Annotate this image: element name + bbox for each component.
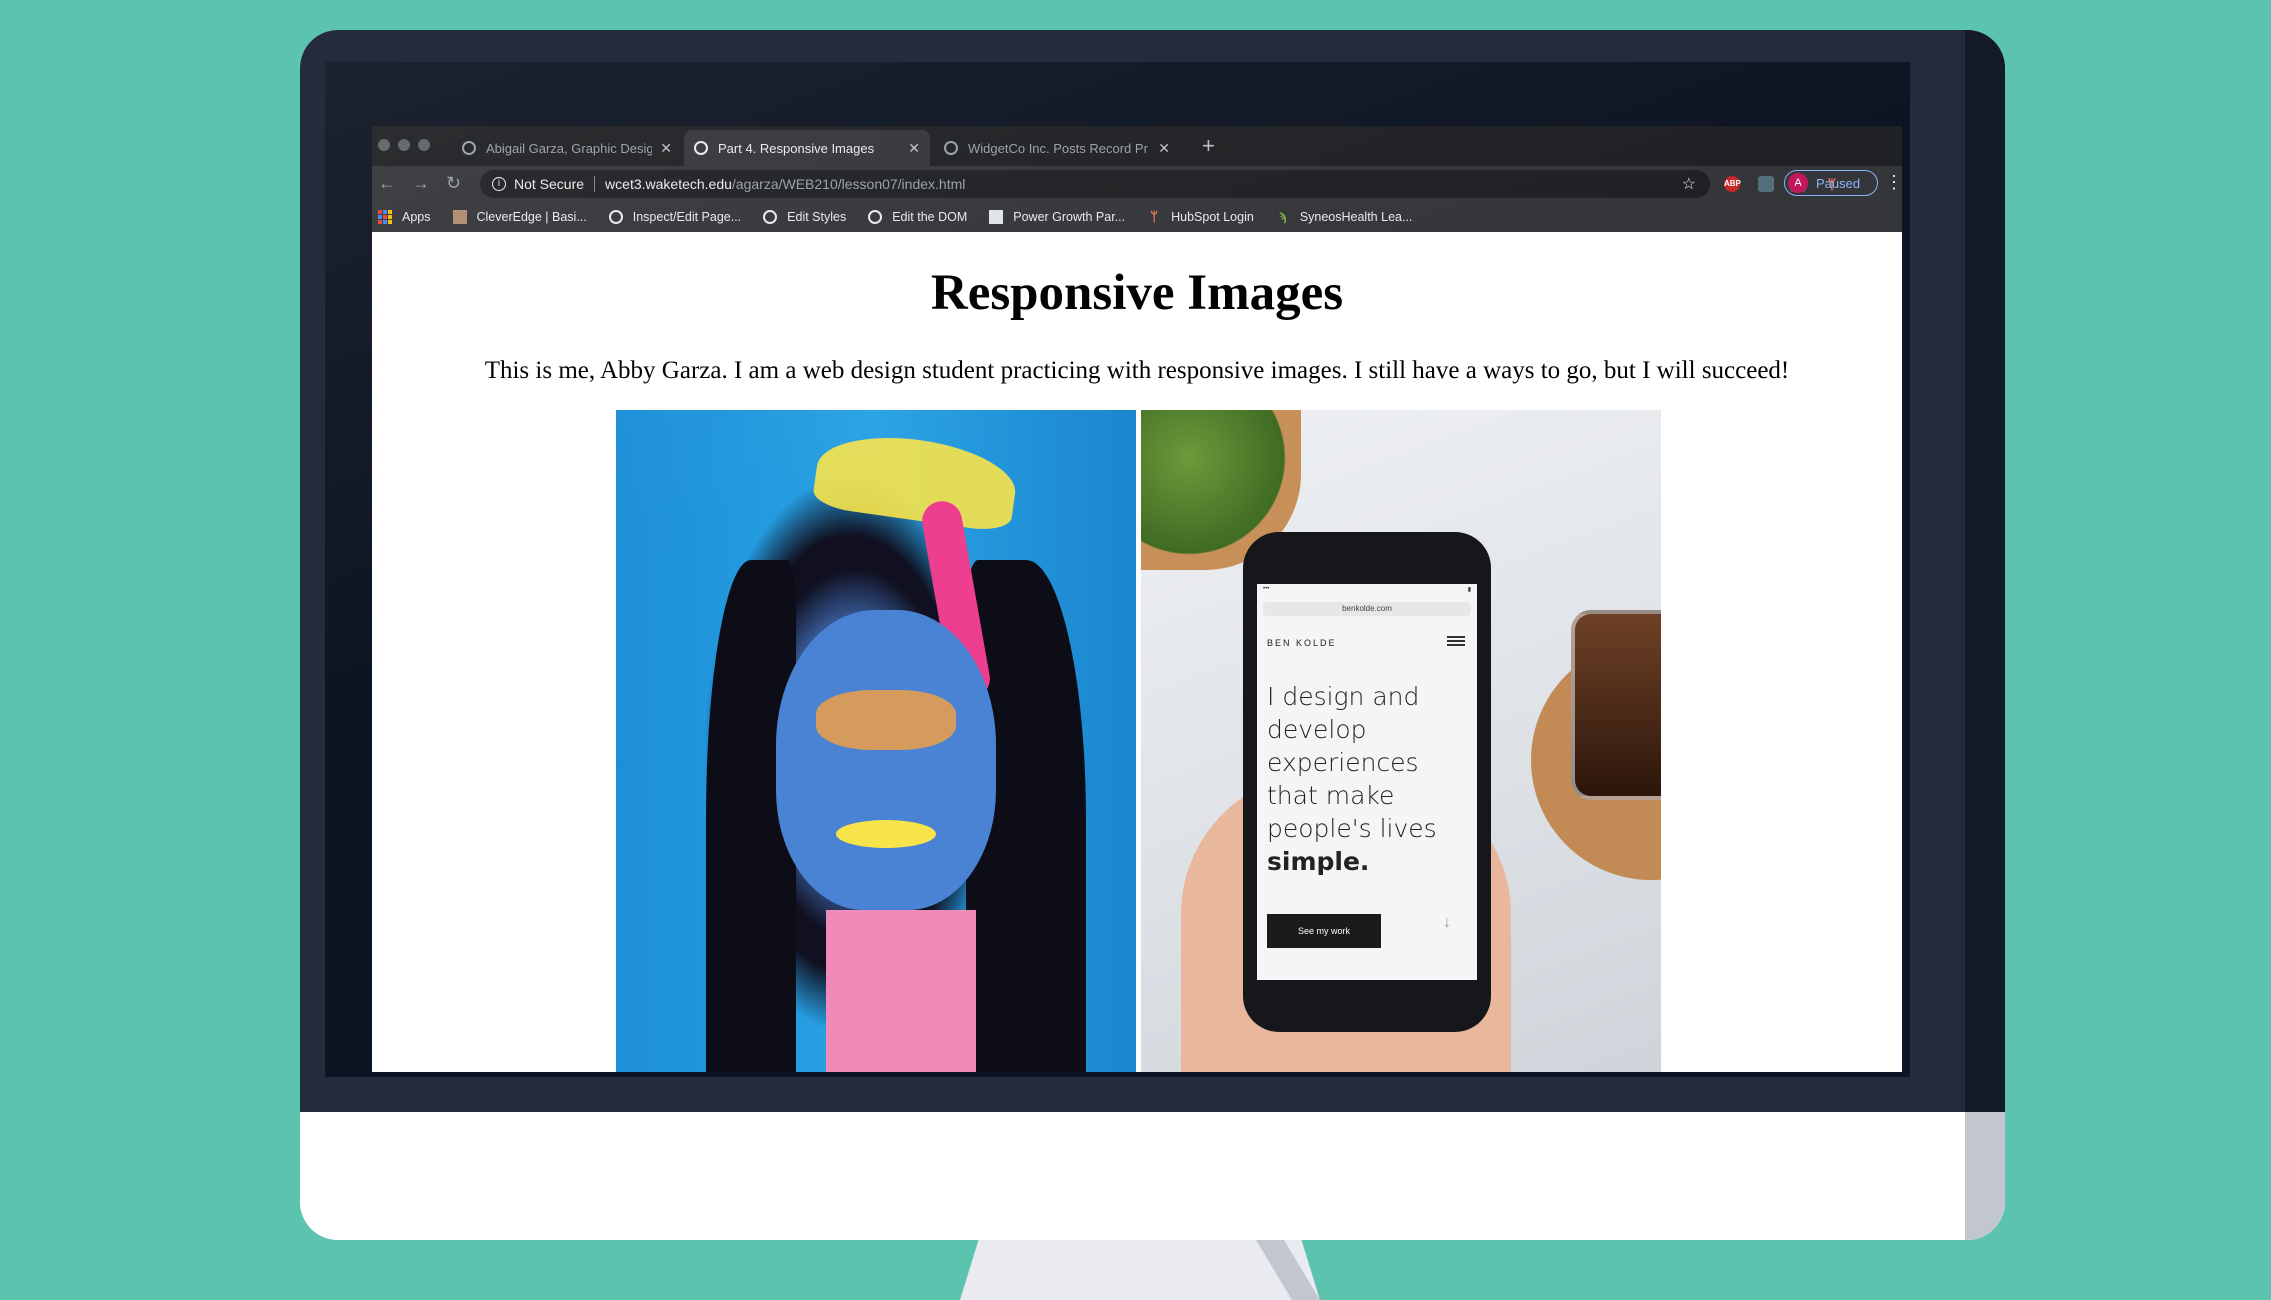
minimize-window-button[interactable] [398,139,410,151]
web-page: Responsive Images This is me, Abby Garza… [372,232,1902,1072]
doc-icon [989,210,1004,224]
browser-window: Abigail Garza, Graphic Designer ✕ Part 4… [372,126,1903,1072]
adblock-extension-icon[interactable]: ABP [1724,176,1741,192]
neck-shape [826,910,976,1072]
monitor-chin [300,1112,2005,1240]
forward-button[interactable]: → [412,173,430,193]
bookmark-hubspot[interactable]: ᛘ HubSpot Login [1147,209,1254,225]
intro-paragraph: This is me, Abby Garza. I am a web desig… [484,357,1790,384]
tab-title: WidgetCo Inc. Posts Record Pr [968,140,1148,156]
avatar: A [1788,173,1808,193]
phone-mockup-image: ••• ▮ benkolde.com BEN KOLDE I design and… [1141,410,1661,1072]
phone-screen: ••• ▮ benkolde.com BEN KOLDE I design and… [1257,584,1477,980]
portrait-image [616,410,1136,1072]
tab-title: Abigail Garza, Graphic Designer [486,140,653,156]
bookmark-edit-dom[interactable]: Edit the DOM [868,210,967,224]
extension-icon[interactable] [1758,176,1774,192]
phone-headline-bold: simple. [1267,847,1370,876]
globe-icon [608,210,623,224]
close-tab-icon[interactable]: ✕ [908,140,920,157]
divider [594,176,596,192]
window-controls [378,139,430,151]
info-icon[interactable]: i [492,177,506,191]
monitor-bezel: Abigail Garza, Graphic Designer ✕ Part 4… [300,30,2005,1112]
syneos-icon: ϡ [1279,210,1287,224]
phone-cta-button: See my work [1267,914,1381,948]
phone-headline: I design and develop experiences that ma… [1267,680,1457,878]
phone-headline-text: I design and develop experiences that ma… [1267,682,1437,843]
monitor-screen: Abigail Garza, Graphic Designer ✕ Part 4… [325,62,1910,1077]
address-bar[interactable]: i Not Secure wcet3.waketech.edu/agarza/W… [480,170,1710,198]
bookmark-label: Edit the DOM [892,210,968,224]
globe-icon [462,141,476,155]
bookmark-power-growth[interactable]: Power Growth Par... [989,210,1125,224]
url-host: wcet3.waketech.edu [605,176,732,192]
hair-highlight [811,426,1021,534]
apps-grid-icon [378,210,392,224]
hamburger-menu-icon [1447,636,1465,646]
bookmark-star-icon[interactable]: ☆ [1682,174,1696,194]
glass-decoration [1571,610,1661,800]
globe-icon [763,210,778,224]
bookmark-label: Apps [402,210,431,224]
bookmark-apps[interactable]: Apps [378,210,431,224]
reload-button[interactable]: ↻ [446,173,461,193]
monitor-stand [960,1230,1320,1300]
tab-widgetco[interactable]: WidgetCo Inc. Posts Record Pr ✕ [934,130,1180,166]
url-path: /agarza/WEB210/lesson07/index.html [731,176,966,192]
phone-brand: BEN KOLDE [1267,638,1337,648]
maximize-window-button[interactable] [418,139,430,151]
close-tab-icon[interactable]: ✕ [660,140,672,157]
tab-responsive-images[interactable]: Part 4. Responsive Images ✕ [684,130,930,166]
security-label: Not Secure [514,176,585,192]
page-title: Responsive Images [930,265,1344,321]
smartphone: ••• ▮ benkolde.com BEN KOLDE I design and… [1243,532,1491,1032]
globe-icon [944,141,958,155]
tab-bar: Abigail Garza, Graphic Designer ✕ Part 4… [372,126,1902,166]
bookmark-label: CleverEdge | Basi... [476,210,587,224]
globe-icon [694,141,708,155]
browser-menu-icon[interactable]: ⋮ [1885,172,1903,192]
face-shape [776,610,996,910]
bookmark-label: SyneosHealth Lea... [1299,210,1413,224]
phone-status-bar: ••• ▮ [1263,586,1471,593]
close-tab-icon[interactable]: ✕ [1158,140,1170,157]
close-window-button[interactable] [378,139,390,151]
phone-url: benkolde.com [1263,602,1471,616]
back-button[interactable]: ← [378,173,396,193]
new-tab-button[interactable]: + [1202,135,1215,157]
bookmark-label: Power Growth Par... [1013,210,1126,224]
tab-title: Part 4. Responsive Images [718,140,875,156]
profile-button[interactable]: A Paused [1784,170,1878,196]
profile-status: Paused [1816,175,1861,191]
bookmark-label: Edit Styles [787,210,847,224]
thumbnail-icon [452,210,467,224]
monitor: Abigail Garza, Graphic Designer ✕ Part 4… [300,30,2005,1240]
bookmark-label: Inspect/Edit Page... [632,210,742,224]
bookmark-syneos[interactable]: ϡ SyneosHealth Lea... [1276,210,1413,224]
globe-icon [868,210,883,224]
bookmarks-bar: Apps CleverEdge | Basi... Inspect/Edit P… [372,202,1902,232]
arrow-down-icon: ↓ [1443,914,1451,931]
bookmark-label: HubSpot Login [1171,210,1254,224]
hubspot-icon: ᛘ [1150,209,1159,224]
tab-abigail-garza[interactable]: Abigail Garza, Graphic Designer ✕ [452,130,682,166]
browser-toolbar: ← → ↻ i Not Secure wcet3.waketech.edu/ag… [372,166,1903,202]
bookmark-inspect-edit[interactable]: Inspect/Edit Page... [608,210,742,224]
bookmark-edit-styles[interactable]: Edit Styles [763,210,846,224]
bookmark-cleveredge[interactable]: CleverEdge | Basi... [452,210,587,224]
